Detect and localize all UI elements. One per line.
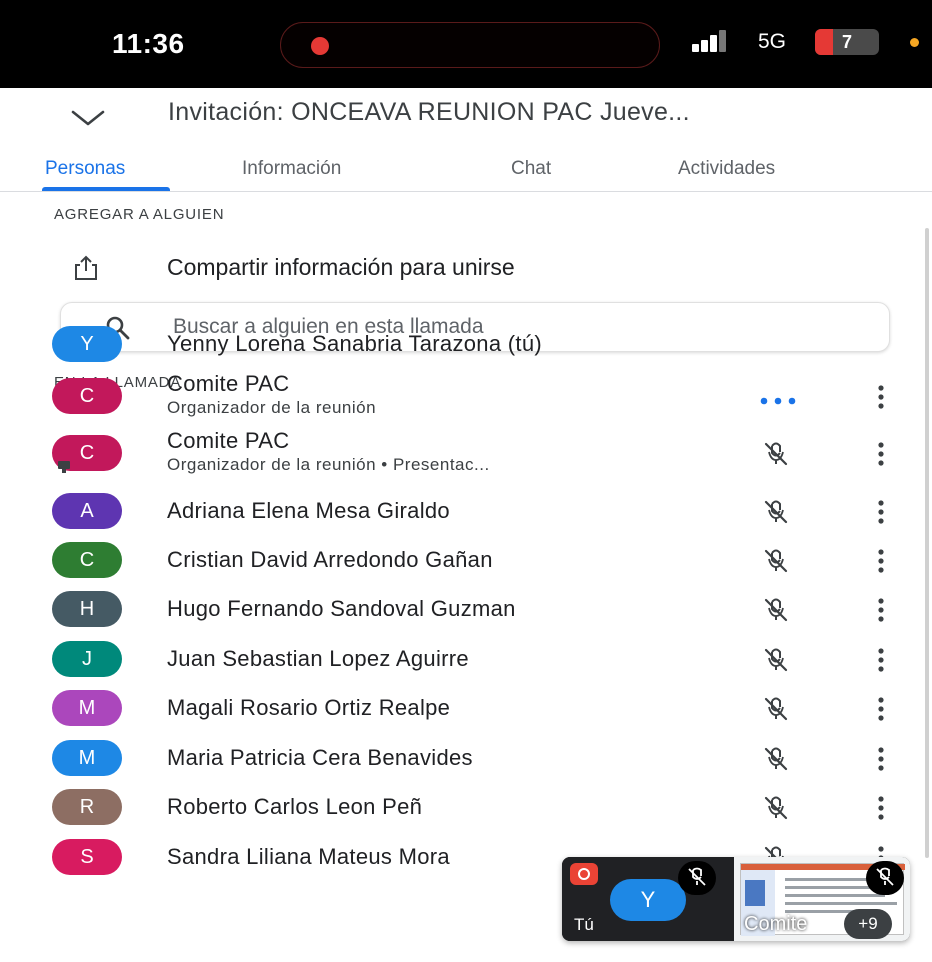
- pip-self-avatar: Y: [610, 879, 686, 921]
- pip-self-label: Tú: [574, 915, 594, 934]
- avatar: S: [52, 839, 122, 875]
- participant-name: Yenny Lorena Sanabria Tarazona (tú): [167, 331, 542, 356]
- share-icon: [75, 255, 97, 280]
- pip-presentation-tile[interactable]: Comite +9: [734, 857, 910, 941]
- privacy-indicator-icon: [910, 38, 919, 47]
- record-icon: [570, 863, 598, 885]
- avatar: J: [52, 641, 122, 677]
- participant-row[interactable]: A Adriana Elena Mesa Giraldo: [0, 486, 932, 536]
- pip-presenter-mic-off-icon: [866, 861, 904, 895]
- pip-self-mic-off-icon: [678, 861, 716, 895]
- participant-row[interactable]: J Juan Sebastian Lopez Aguirre: [0, 634, 932, 684]
- more-options-icon[interactable]: [872, 647, 890, 673]
- participant-name: Comite PAC: [167, 428, 290, 453]
- participant-row[interactable]: M Magali Rosario Ortiz Realpe: [0, 683, 932, 733]
- avatar: A: [52, 493, 122, 529]
- participant-role: Organizador de la reunión: [167, 398, 377, 417]
- people-panel: Invitación: ONCEAVA REUNION PAC Jueve...…: [0, 88, 932, 962]
- avatar: H: [52, 591, 122, 627]
- mic-off-icon: [762, 439, 790, 467]
- participant-name: Roberto Carlos Leon Peñ: [167, 794, 423, 819]
- participant-name: Magali Rosario Ortiz Realpe: [167, 695, 451, 720]
- avatar: C: [52, 542, 122, 578]
- participant-row[interactable]: C Comite PAC Organizador de la reunión • P…: [0, 428, 932, 478]
- meeting-title: Invitación: ONCEAVA REUNION PAC Jueve...: [168, 98, 690, 126]
- pip-presenter-label: Comite: [744, 913, 808, 935]
- status-time: 11:36: [112, 28, 185, 59]
- more-options-icon[interactable]: [872, 696, 890, 722]
- tab-actividades[interactable]: Actividades: [678, 158, 775, 180]
- audio-activity-icon: [758, 392, 798, 405]
- dynamic-island[interactable]: [280, 22, 660, 68]
- presenting-icon: [56, 460, 72, 474]
- participant-row[interactable]: M Maria Patricia Cera Benavides: [0, 733, 932, 783]
- participant-name: Cristian David Arredondo Gañan: [167, 547, 493, 572]
- avatar: C: [52, 378, 122, 414]
- participant-row[interactable]: C Cristian David Arredondo Gañan: [0, 535, 932, 585]
- participant-name: Juan Sebastian Lopez Aguirre: [167, 646, 469, 671]
- participant-row[interactable]: H Hugo Fernando Sandoval Guzman: [0, 584, 932, 634]
- more-participants-badge[interactable]: +9: [844, 909, 892, 939]
- pip-self-tile[interactable]: Y Tú: [562, 857, 734, 941]
- tab-informacion[interactable]: Información: [242, 158, 341, 180]
- active-tab-indicator: [42, 187, 170, 191]
- more-options-icon[interactable]: [872, 499, 890, 525]
- status-bar: 11:36 5G 7: [0, 0, 932, 88]
- mic-off-icon: [762, 497, 790, 525]
- mic-off-icon: [762, 595, 790, 623]
- participant-row[interactable]: C Comite PAC Organizador de la reunión: [0, 371, 932, 421]
- more-options-icon[interactable]: [872, 548, 890, 574]
- share-join-info-button[interactable]: Compartir información para unirse: [0, 244, 932, 292]
- more-options-icon[interactable]: [872, 384, 890, 410]
- mic-off-icon: [762, 744, 790, 772]
- participant-name: Sandra Liliana Mateus Mora: [167, 844, 450, 869]
- mic-off-icon: [762, 645, 790, 673]
- more-options-icon[interactable]: [872, 746, 890, 772]
- tab-chat[interactable]: Chat: [511, 158, 551, 180]
- participant-name: Comite PAC: [167, 371, 290, 396]
- avatar: Y: [52, 326, 122, 362]
- pip-window[interactable]: Y Tú Comite +9: [562, 857, 910, 941]
- add-someone-label: AGREGAR A ALGUIEN: [54, 206, 225, 223]
- network-type: 5G: [758, 30, 787, 53]
- share-join-info-label: Compartir información para unirse: [167, 254, 515, 280]
- more-options-icon[interactable]: [872, 441, 890, 467]
- avatar: M: [52, 740, 122, 776]
- tab-personas[interactable]: Personas: [45, 158, 125, 180]
- mic-off-icon: [762, 793, 790, 821]
- battery-icon: 7: [815, 29, 879, 55]
- more-options-icon[interactable]: [872, 795, 890, 821]
- participant-row[interactable]: Y Yenny Lorena Sanabria Tarazona (tú): [0, 319, 932, 369]
- recording-indicator-icon: [311, 37, 329, 55]
- chevron-down-icon[interactable]: [70, 108, 106, 128]
- avatar: M: [52, 690, 122, 726]
- participant-role: Organizador de la reunión • Presentac...: [167, 455, 490, 474]
- participant-row[interactable]: R Roberto Carlos Leon Peñ: [0, 782, 932, 832]
- mic-off-icon: [762, 546, 790, 574]
- tab-bar: Personas Información Chat Actividades: [0, 146, 932, 192]
- signal-icon: [692, 30, 732, 52]
- battery-level: 7: [841, 32, 852, 52]
- more-options-icon[interactable]: [872, 597, 890, 623]
- participant-name: Maria Patricia Cera Benavides: [167, 745, 473, 770]
- participant-name: Adriana Elena Mesa Giraldo: [167, 498, 450, 523]
- mic-off-icon: [762, 694, 790, 722]
- participant-name: Hugo Fernando Sandoval Guzman: [167, 596, 516, 621]
- avatar: R: [52, 789, 122, 825]
